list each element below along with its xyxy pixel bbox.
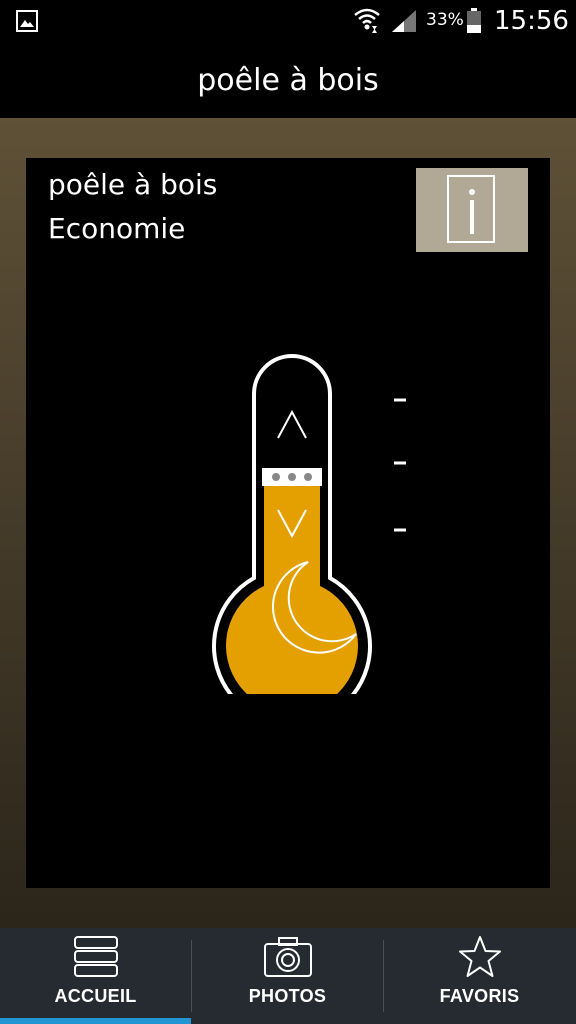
wifi-icon <box>354 8 380 33</box>
info-button[interactable] <box>416 168 528 252</box>
signal-icon <box>392 10 416 32</box>
tab-label: FAVORIS <box>439 986 520 1006</box>
tab-label: PHOTOS <box>248 986 327 1006</box>
clock: 15:56 <box>494 6 569 36</box>
increase-arrow-icon <box>277 409 307 439</box>
status-bar: 33% 15:56 <box>0 0 576 44</box>
camera-icon <box>264 937 312 977</box>
device-card[interactable]: poêle à bois Economie <box>26 158 550 888</box>
gallery-icon <box>16 10 38 32</box>
info-icon <box>469 189 475 234</box>
device-name: poêle à bois <box>48 168 218 201</box>
active-tab-indicator <box>0 1018 191 1024</box>
device-mode: Economie <box>48 212 186 245</box>
bottom-nav: ACCUEIL PHOTOS FAVORIS <box>0 928 576 1024</box>
tab-favoris[interactable]: FAVORIS <box>384 928 575 1024</box>
page-title: poêle à bois <box>197 63 379 98</box>
star-icon <box>459 936 501 977</box>
thermometer-mercury <box>226 484 358 694</box>
stack-icon <box>74 936 118 977</box>
content-area: poêle à bois Economie <box>0 118 576 928</box>
tab-label: ACCUEIL <box>54 986 137 1006</box>
tab-photos[interactable]: PHOTOS <box>192 928 383 1024</box>
app-header: poêle à bois <box>0 44 576 118</box>
battery-percent: 33% <box>426 10 464 30</box>
thermostat-control[interactable] <box>206 354 406 694</box>
tab-accueil[interactable]: ACCUEIL <box>0 928 191 1024</box>
battery-icon <box>467 8 481 33</box>
